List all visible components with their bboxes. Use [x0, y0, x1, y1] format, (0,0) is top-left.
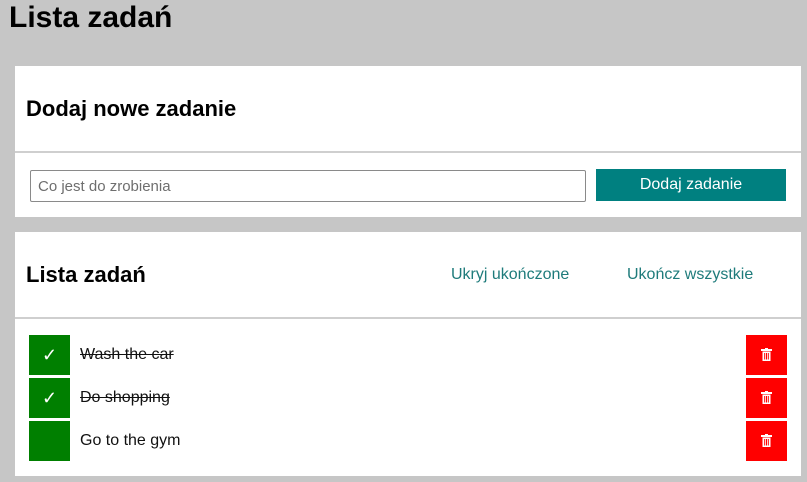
new-task-input[interactable]	[30, 170, 586, 202]
trash-icon	[761, 434, 772, 447]
task-toggle[interactable]	[29, 421, 70, 461]
checkmark-icon: ✓	[41, 388, 58, 408]
checkmark-icon: ✓	[41, 345, 58, 365]
task-row: ✓ Do shopping	[15, 378, 801, 418]
task-list-card-header: Lista zadań Ukryj ukończone Ukończ wszys…	[15, 232, 801, 319]
trash-icon	[761, 348, 772, 361]
task-row: ✓ Wash the car	[15, 335, 801, 375]
add-task-card-header: Dodaj nowe zadanie	[15, 66, 801, 153]
task-label: Wash the car	[80, 346, 174, 363]
task-toggle[interactable]: ✓	[29, 378, 70, 418]
trash-icon	[761, 391, 772, 404]
hide-completed-link[interactable]: Ukryj ukończone	[451, 265, 569, 285]
add-task-title: Dodaj nowe zadanie	[26, 96, 237, 121]
add-task-form: Dodaj zadanie	[15, 153, 801, 215]
task-list-card: Lista zadań Ukryj ukończone Ukończ wszys…	[15, 232, 801, 476]
task-toggle[interactable]: ✓	[29, 335, 70, 375]
task-label: Go to the gym	[80, 432, 181, 449]
add-task-card: Dodaj nowe zadanie Dodaj zadanie	[15, 66, 801, 217]
task-label: Do shopping	[80, 389, 170, 406]
complete-all-link[interactable]: Ukończ wszystkie	[627, 265, 753, 285]
delete-task-button[interactable]	[746, 335, 787, 375]
page-title: Lista zadań	[9, 1, 173, 34]
task-list-title: Lista zadań	[26, 262, 146, 287]
task-row: Go to the gym	[15, 421, 801, 461]
add-task-button[interactable]: Dodaj zadanie	[596, 169, 786, 201]
delete-task-button[interactable]	[746, 421, 787, 461]
delete-task-button[interactable]	[746, 378, 787, 418]
